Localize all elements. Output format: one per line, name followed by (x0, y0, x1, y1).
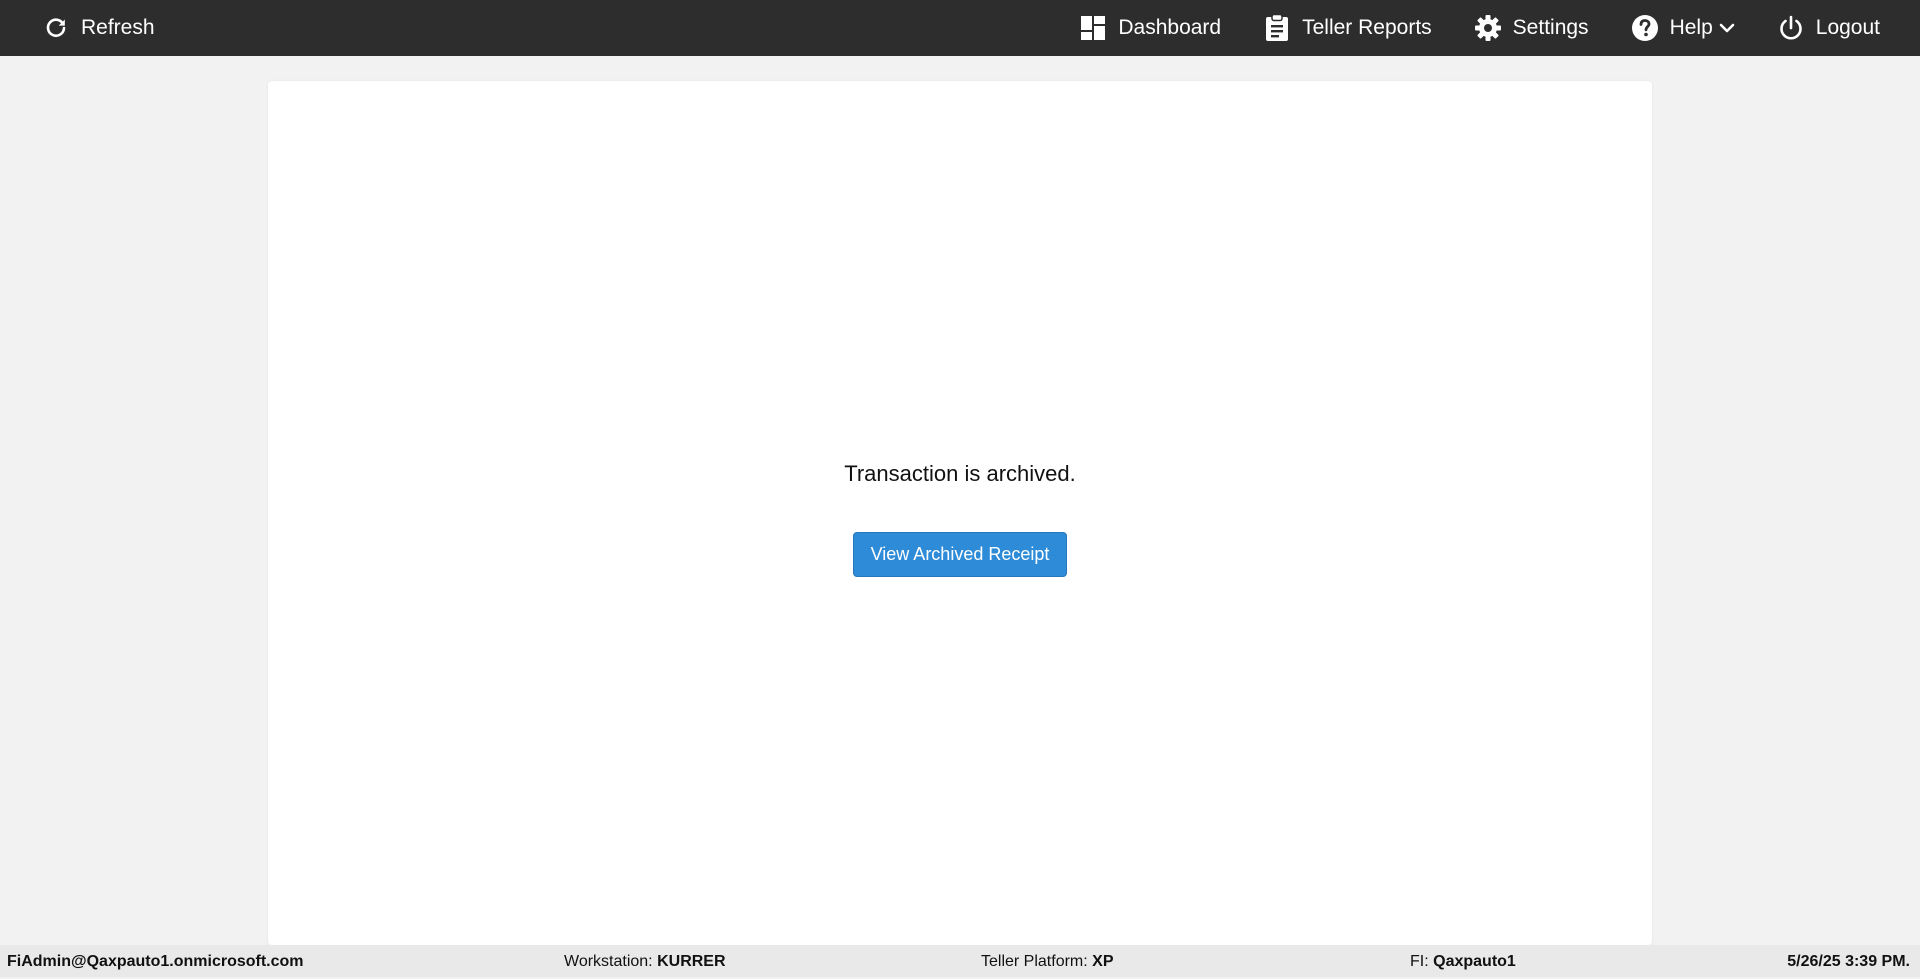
refresh-button[interactable]: Refresh (42, 0, 155, 56)
gear-icon (1474, 14, 1502, 42)
nav-left-group: Refresh (0, 0, 155, 56)
chevron-down-icon (1719, 22, 1735, 34)
status-user: FiAdmin@Qaxpauto1.onmicrosoft.com (7, 945, 304, 977)
nav-right-group: Dashboard Teller Reports Settings Help L… (1079, 0, 1920, 56)
teller-reports-label: Teller Reports (1302, 16, 1432, 39)
question-circle-icon (1631, 14, 1659, 42)
status-datetime: 5/26/25 3:39 PM. (1787, 945, 1910, 977)
fi-value: Qaxpauto1 (1433, 953, 1516, 970)
workstation-value: KURRER (657, 953, 726, 970)
status-bar: FiAdmin@Qaxpauto1.onmicrosoft.com Workst… (0, 945, 1920, 977)
status-platform: Teller Platform: XP (981, 945, 1114, 977)
help-dropdown[interactable]: Help (1631, 0, 1735, 56)
refresh-label: Refresh (81, 16, 155, 39)
datetime-value: 5/26/25 3:39 PM. (1787, 953, 1910, 970)
power-icon (1777, 14, 1805, 42)
dashboard-icon (1079, 14, 1107, 42)
status-workstation: Workstation: KURRER (564, 945, 726, 977)
dashboard-link[interactable]: Dashboard (1079, 0, 1221, 56)
logout-button[interactable]: Logout (1777, 0, 1880, 56)
fi-label: FI: (1410, 953, 1429, 970)
workstation-label: Workstation: (564, 953, 653, 970)
logout-label: Logout (1815, 16, 1880, 39)
user-email: FiAdmin@Qaxpauto1.onmicrosoft.com (7, 953, 304, 970)
dashboard-label: Dashboard (1118, 16, 1222, 39)
top-navigation-bar: Refresh Dashboard Teller Reports Setting… (0, 0, 1920, 56)
archived-message: Transaction is archived. (844, 461, 1076, 486)
teller-reports-link[interactable]: Teller Reports (1263, 0, 1432, 56)
settings-label: Settings (1512, 16, 1589, 39)
content-panel: Transaction is archived. View Archived R… (268, 81, 1652, 945)
platform-value: XP (1092, 953, 1114, 970)
settings-link[interactable]: Settings (1474, 0, 1589, 56)
platform-label: Teller Platform: (981, 953, 1088, 970)
status-fi: FI: Qaxpauto1 (1410, 945, 1516, 977)
refresh-icon (42, 14, 70, 42)
view-archived-receipt-button[interactable]: View Archived Receipt (853, 532, 1067, 577)
clipboard-icon (1263, 14, 1291, 42)
help-label: Help (1669, 16, 1713, 39)
